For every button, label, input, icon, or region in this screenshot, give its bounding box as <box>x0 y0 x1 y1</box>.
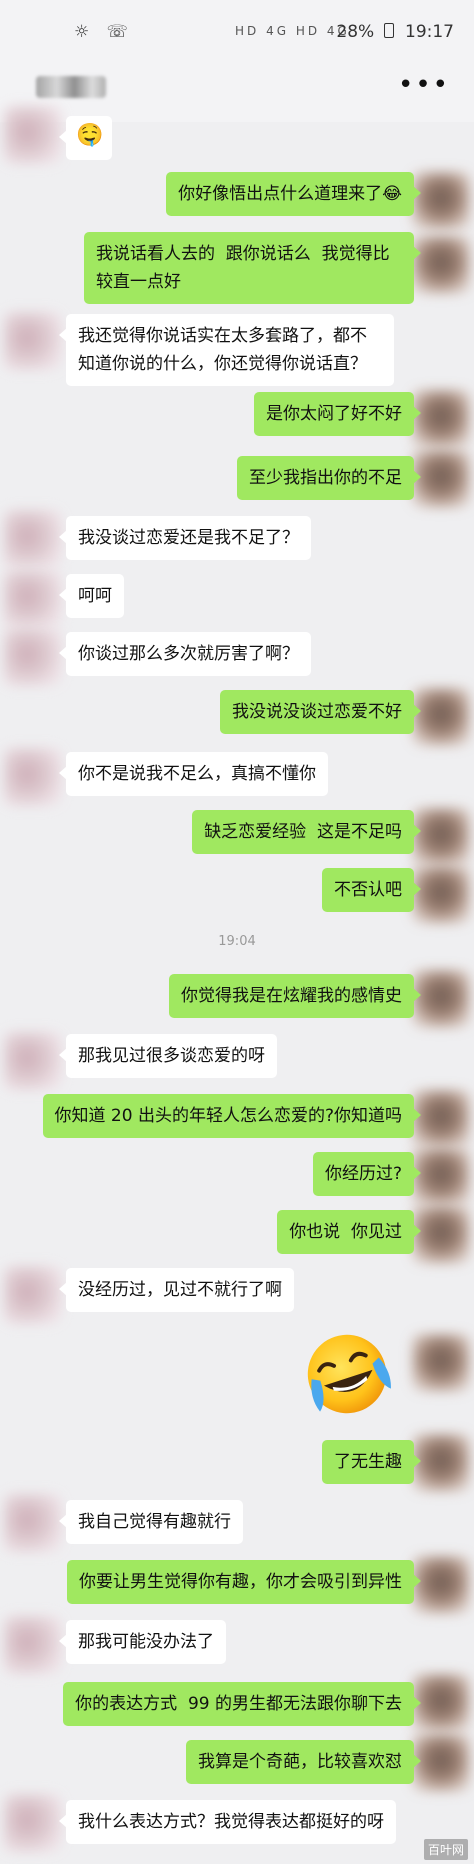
avatar-other[interactable] <box>4 1494 62 1552</box>
message-bubble-right[interactable]: 你好像悟出点什么道理来了😂 <box>166 172 421 216</box>
avatar-other[interactable] <box>4 312 62 370</box>
message-bubble-left[interactable]: 🤤 <box>59 116 112 160</box>
message-bubble-right[interactable]: 你的表达方式 99 的男生都无法跟你聊下去 <box>63 1682 421 1726</box>
battery-level: 28% <box>336 22 375 42</box>
avatar-other[interactable] <box>4 1794 62 1852</box>
message-bubble-right[interactable]: 你也说 你见过 <box>277 1210 421 1254</box>
avatar-other[interactable] <box>4 748 62 806</box>
message-bubble-left[interactable]: 那我见过很多谈恋爱的呀 <box>59 1034 277 1078</box>
chat-message-list[interactable]: 🤤 你好像悟出点什么道理来了😂 我说话看人去的 跟你说话么 我觉得比较直一点好 … <box>0 106 474 1864</box>
message-bubble-right[interactable]: 是你太闷了好不好 <box>254 392 421 436</box>
message-bubble-right[interactable]: 你要让男生觉得你有趣，你才会吸引到异性 <box>67 1560 421 1604</box>
avatar-other[interactable] <box>4 570 62 628</box>
message-bubble-right[interactable]: 不否认吧 <box>322 868 421 912</box>
contact-name-blurred[interactable] <box>36 76 106 98</box>
message-bubble-left[interactable]: 我还觉得你说话实在太多套路了，都不知道你说的什么，你还觉得你说话直？ <box>59 314 394 386</box>
chat-title-bar: ••• <box>0 62 474 122</box>
message-bubble-right[interactable]: 了无生趣 <box>322 1440 421 1484</box>
battery-icon <box>383 23 394 38</box>
avatar-other[interactable] <box>4 510 62 568</box>
message-bubble-right[interactable]: 缺乏恋爱经验 这是不足吗 <box>192 810 421 854</box>
watermark: 百叶网 <box>423 1839 468 1860</box>
more-options-icon[interactable]: ••• <box>398 70 450 100</box>
message-bubble-left[interactable]: 没经历过，见过不就行了啊 <box>59 1268 294 1312</box>
message-bubble-left[interactable]: 呵呵 <box>59 574 124 618</box>
message-bubble-left[interactable]: 那我可能没办法了 <box>59 1620 226 1664</box>
message-bubble-right[interactable]: 你知道 20 出头的年轻人怎么恋爱的?你知道吗 <box>42 1094 422 1138</box>
avatar-other[interactable] <box>4 1032 62 1090</box>
avatar-self[interactable] <box>412 1334 470 1392</box>
message-bubble-right[interactable]: 你觉得我是在炫耀我的感情史 <box>169 974 421 1018</box>
avatar-other[interactable] <box>4 106 62 164</box>
status-right: 28% 19:17 <box>336 22 454 42</box>
message-bubble-right[interactable]: 你经历过? <box>312 1152 422 1196</box>
avatar-self[interactable] <box>412 172 470 230</box>
status-left-icons: ☼ ☏ <box>74 22 134 42</box>
message-bubble-right[interactable]: 我说话看人去的 跟你说话么 我觉得比较直一点好 <box>84 232 421 304</box>
message-bubble-left[interactable]: 我没谈过恋爱还是我不足了？ <box>59 516 311 560</box>
message-bubble-right[interactable]: 我没说没谈过恋爱不好 <box>220 690 421 734</box>
message-bubble-left[interactable]: 我自己觉得有趣就行 <box>59 1500 243 1544</box>
avatar-other[interactable] <box>4 1266 62 1324</box>
message-bubble-right[interactable]: 我算是个奇葩，比较喜欢怼 <box>186 1740 421 1784</box>
avatar-self[interactable] <box>412 236 470 294</box>
message-bubble-right[interactable]: 至少我指出你的不足 <box>237 456 421 500</box>
message-timestamp: 19:04 <box>218 934 256 949</box>
status-time: 19:17 <box>405 22 454 42</box>
network-icons: HD 4G HD 4G <box>235 24 350 38</box>
message-bubble-left[interactable]: 你不是说我不足么，真搞不懂你 <box>59 752 328 796</box>
avatar-other[interactable] <box>4 1616 62 1674</box>
message-bubble-left[interactable]: 我什么表达方式？我觉得表达都挺好的呀 <box>59 1800 396 1844</box>
avatar-other[interactable] <box>4 628 62 686</box>
message-bubble-left[interactable]: 你谈过那么多次就厉害了啊？ <box>59 632 311 676</box>
status-bar: ☼ ☏ HD 4G HD 4G 28% 19:17 <box>0 0 474 62</box>
crying-laughing-emoji-icon[interactable] <box>298 1328 396 1420</box>
